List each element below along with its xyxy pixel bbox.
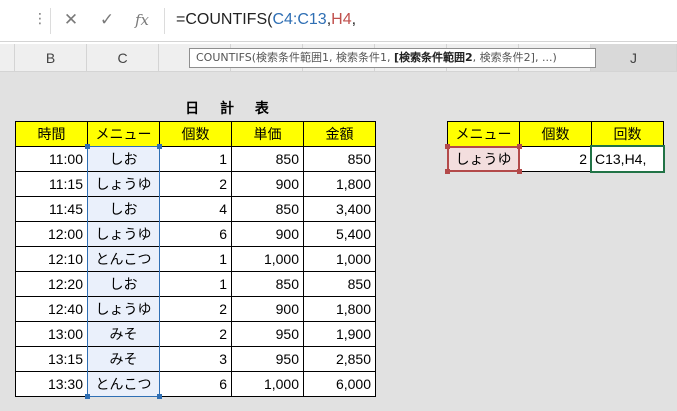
cell-time[interactable]: 12:20 [15,271,88,297]
cell-amount[interactable]: 1,800 [303,171,376,197]
tooltip-text: COUNTIFS(検索条件範囲1, 検索条件1, [196,51,394,64]
cell-menu[interactable]: みそ [87,321,160,347]
cell-price[interactable]: 1,000 [231,371,304,397]
cell-menu[interactable]: しお [87,196,160,222]
cell-qty[interactable]: 1 [159,246,232,272]
cell-time[interactable]: 13:30 [15,371,88,397]
cell-qty[interactable]: 2 [159,296,232,322]
cell-price[interactable]: 900 [231,296,304,322]
cell-qty[interactable]: 2 [159,321,232,347]
cell-amount[interactable]: 1,000 [303,246,376,272]
cell-price[interactable]: 900 [231,171,304,197]
cell-qty[interactable]: 1 [159,146,232,172]
cell-amount[interactable]: 1,800 [303,296,376,322]
cell-time[interactable]: 13:15 [15,346,88,372]
formula-input[interactable]: =COUNTIFS(C4:C13,H4, [176,9,356,31]
summary-header-menu[interactable]: メニュー [447,121,520,147]
cell-menu[interactable]: とんこつ [87,246,160,272]
cell-qty[interactable]: 1 [159,271,232,297]
cell-price[interactable]: 850 [231,271,304,297]
cell-time[interactable]: 12:40 [15,296,88,322]
name-box-edge[interactable] [0,0,22,41]
cell-amount[interactable]: 1,900 [303,321,376,347]
tooltip-text: , 検索条件2], ...) [472,51,557,64]
tooltip-current-arg: [検索条件範囲2 [393,51,473,64]
formula-bar: ⋮ ✕ ✓ fx =COUNTIFS(C4:C13,H4, [0,0,677,42]
cell-price[interactable]: 850 [231,146,304,172]
range-handle[interactable] [517,144,522,149]
insert-function-icon[interactable]: fx [130,9,154,31]
cell-amount[interactable]: 5,400 [303,221,376,247]
cell-menu[interactable]: しょうゆ [87,221,160,247]
cell-amount[interactable]: 850 [303,146,376,172]
cell-menu[interactable]: しょうゆ [87,171,160,197]
range-handle[interactable] [157,144,162,149]
formula-ref-range: C4:C13 [272,11,327,28]
cell-price[interactable]: 1,000 [231,246,304,272]
range-handle[interactable] [157,394,162,399]
cell-qty[interactable]: 2 [159,171,232,197]
cell-time[interactable]: 13:00 [15,321,88,347]
row-header-corner[interactable] [0,44,15,72]
cell-menu[interactable]: みそ [87,346,160,372]
cell-qty[interactable]: 6 [159,221,232,247]
cancel-icon[interactable]: ✕ [59,9,83,31]
range-handle[interactable] [517,169,522,174]
cell-price[interactable]: 850 [231,196,304,222]
cell-menu[interactable]: しお [87,146,160,172]
column-header-c[interactable]: C [87,44,159,72]
range-handle[interactable] [445,144,450,149]
range-handle[interactable] [445,169,450,174]
formula-prefix: =COUNTIFS( [176,11,273,28]
cell-menu[interactable]: しお [87,271,160,297]
table-header-time[interactable]: 時間 [15,121,88,147]
cell-price[interactable]: 950 [231,346,304,372]
separator [50,8,51,34]
cell-time[interactable]: 12:00 [15,221,88,247]
function-tooltip: COUNTIFS(検索条件範囲1, 検索条件1, [検索条件範囲2, 検索条件2… [189,48,596,68]
cell-amount[interactable]: 6,000 [303,371,376,397]
table-header-menu[interactable]: メニュー [87,121,160,147]
table-header-amount[interactable]: 金額 [303,121,376,147]
table-header-price[interactable]: 単価 [231,121,304,147]
cell-time[interactable]: 11:45 [15,196,88,222]
cell-qty[interactable]: 6 [159,371,232,397]
cell-price[interactable]: 950 [231,321,304,347]
table-header-qty[interactable]: 個数 [159,121,232,147]
cell-time[interactable]: 11:00 [15,146,88,172]
summary-menu-cell[interactable]: しょうゆ [447,146,520,172]
column-header-b[interactable]: B [15,44,87,72]
cell-time[interactable]: 11:15 [15,171,88,197]
cell-amount[interactable]: 2,850 [303,346,376,372]
more-options-icon[interactable]: ⋮ [33,12,47,26]
formula-ref-criteria: H4 [331,11,352,28]
formula-comma: , [351,11,357,28]
confirm-icon[interactable]: ✓ [95,9,119,31]
cell-price[interactable]: 900 [231,221,304,247]
range-handle[interactable] [85,394,90,399]
separator [164,8,165,34]
cell-qty[interactable]: 3 [159,346,232,372]
cell-menu[interactable]: とんこつ [87,371,160,397]
cell-menu[interactable]: しょうゆ [87,296,160,322]
summary-count-cell[interactable]: 2 [519,146,592,172]
summary-header-qty[interactable]: 個数 [519,121,592,147]
summary-header-times[interactable]: 回数 [591,121,664,147]
range-handle[interactable] [85,144,90,149]
table-title: 日 計 表 [185,101,277,117]
cell-amount[interactable]: 3,400 [303,196,376,222]
cell-time[interactable]: 12:10 [15,246,88,272]
column-header-j[interactable]: J [591,44,677,72]
cell-amount[interactable]: 850 [303,271,376,297]
active-cell-border [590,145,665,173]
cell-qty[interactable]: 4 [159,196,232,222]
